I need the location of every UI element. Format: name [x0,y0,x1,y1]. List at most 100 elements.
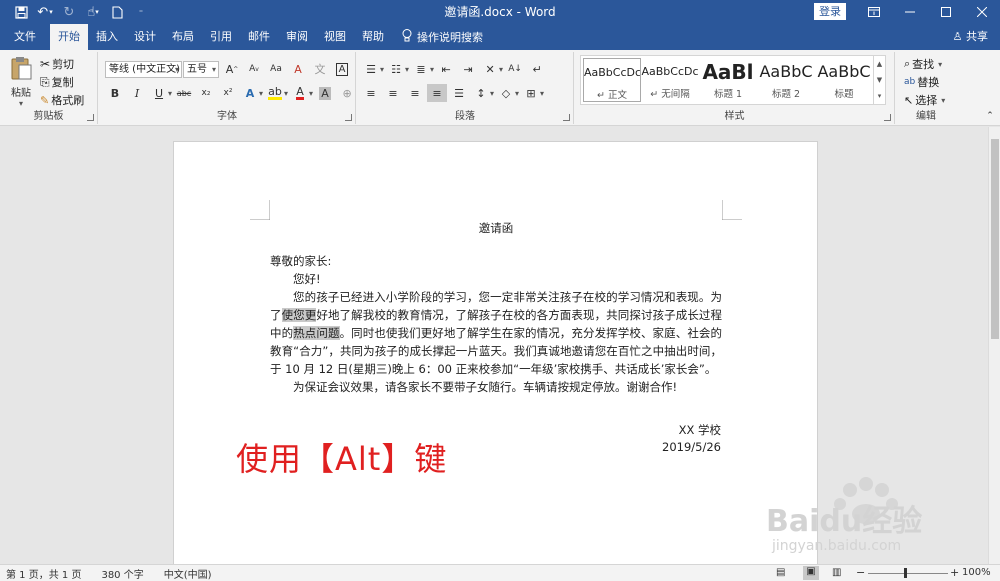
underline-dropdown-icon[interactable]: ▾ [168,89,172,98]
minimize-icon[interactable] [892,0,928,24]
select-button[interactable]: ↖ 选择 ▾ [904,92,945,108]
style-heading-1[interactable]: AaBl 标题 1 [699,58,757,102]
paragraph-launcher-icon[interactable] [563,114,570,121]
tab-design[interactable]: 设计 [126,24,164,50]
decrease-indent-icon[interactable]: ⇤ [436,60,456,78]
style-normal[interactable]: AaBbCcDc ↵ 正文 [583,58,641,102]
bullets-icon[interactable]: ☰ [361,60,381,78]
numbering-icon[interactable]: ☷ [386,60,406,78]
change-case-icon[interactable]: Aa [266,60,286,78]
language[interactable]: 中文(中国) [164,566,212,581]
align-right-icon[interactable]: ≡ [405,84,425,102]
chinese-layout-dropdown-icon[interactable]: ▾ [499,65,503,74]
tab-insert[interactable]: 插入 [88,24,126,50]
tab-help[interactable]: 帮助 [354,24,392,50]
styles-scroll[interactable]: ▲ ▼ ▾ [873,56,885,104]
character-shading-icon[interactable]: A [315,84,335,102]
document-page[interactable]: 邀请函 尊敬的家长: 您好! 您的孩子已经进入小学阶段的学习，您一定非常关注孩子… [173,141,818,564]
maximize-icon[interactable] [928,0,964,24]
font-color-icon[interactable]: A [290,84,310,102]
ribbon-display-options-icon[interactable] [856,0,892,24]
strikethrough-icon[interactable]: abc [174,84,194,102]
phonetic-guide-icon[interactable]: 文 [310,60,330,78]
zoom-level[interactable]: 100% [962,567,991,578]
find-button[interactable]: ⌕ 查找 ▾ [904,56,942,72]
align-left-icon[interactable]: ≡ [361,84,381,102]
vertical-scrollbar[interactable] [988,127,1000,564]
font-size-combo[interactable]: 五号 ▾ [183,61,219,78]
chevron-down-icon[interactable]: ▼ [877,76,882,84]
read-mode-icon[interactable]: ▤ [776,567,785,578]
subscript-icon[interactable]: x₂ [196,84,216,102]
undo-icon[interactable]: ↶ ▾ [34,2,56,22]
close-icon[interactable] [964,0,1000,24]
login-button[interactable]: 登录 [814,3,846,20]
save-icon[interactable] [10,2,32,22]
enclosed-character-icon[interactable]: ⊕ [337,84,357,102]
bold-icon[interactable]: B [105,84,125,102]
superscript-icon[interactable]: x² [218,84,238,102]
tab-view[interactable]: 视图 [316,24,354,50]
text-effects-icon[interactable]: A [240,84,260,102]
clear-formatting-icon[interactable]: A [288,60,308,78]
sort-icon[interactable]: A↓ [505,60,525,78]
style-heading-2[interactable]: AaBbC 标题 2 [757,58,815,102]
paste-dropdown-icon[interactable]: ▾ [19,99,23,108]
highlight-icon[interactable]: ab [265,84,285,102]
font-name-combo[interactable]: 等线 (中文正文) ▾ [105,61,182,78]
redo-icon[interactable]: ↻ [58,2,80,22]
font-color-dropdown-icon[interactable]: ▾ [309,89,313,98]
increase-indent-icon[interactable]: ⇥ [458,60,478,78]
replace-button[interactable]: ab 替换 [904,74,939,90]
page-count[interactable]: 第 1 页，共 1 页 [6,566,81,581]
cut-button[interactable]: ✂ 剪切 [40,56,74,72]
style-no-spacing[interactable]: AaBbCcDc ↵ 无间隔 [641,58,699,102]
multilevel-list-icon[interactable]: ≣ [411,60,431,78]
justify-icon[interactable]: ≡ [427,84,447,102]
font-launcher-icon[interactable] [345,114,352,121]
borders-dropdown-icon[interactable]: ▾ [540,89,544,98]
grow-font-icon[interactable]: A ^ [222,60,242,78]
multilevel-dropdown-icon[interactable]: ▾ [430,65,434,74]
tab-mailings[interactable]: 邮件 [240,24,278,50]
styles-launcher-icon[interactable] [884,114,891,121]
underline-icon[interactable]: U [149,84,169,102]
tab-home[interactable]: 开始 [50,24,88,50]
style-title[interactable]: AaBbC 标题 [815,58,873,102]
scrollbar-thumb[interactable] [991,139,999,339]
borders-icon[interactable]: ⊞ [521,84,541,102]
copy-button[interactable]: ⎘ 复制 [40,74,74,90]
enclose-characters-icon[interactable]: A [332,60,352,78]
clipboard-launcher-icon[interactable] [87,114,94,121]
more-styles-icon[interactable]: ▾ [878,92,882,100]
tab-file[interactable]: 文件 [0,24,50,50]
share-button[interactable]: ♙ 共享 [953,24,988,50]
zoom-in-icon[interactable]: + [950,566,959,579]
bullets-dropdown-icon[interactable]: ▾ [380,65,384,74]
highlight-dropdown-icon[interactable]: ▾ [284,89,288,98]
chevron-up-icon[interactable]: ▲ [877,60,882,68]
italic-icon[interactable]: I [127,84,147,102]
shading-icon[interactable]: ◇ [496,84,516,102]
chinese-layout-icon[interactable]: ✕ [480,60,500,78]
distributed-icon[interactable]: ☰ [449,84,469,102]
format-painter-button[interactable]: ✎ 格式刷 [40,92,84,108]
touch-mode-icon[interactable]: ☝ ▾ [82,2,104,22]
word-count[interactable]: 380 个字 [101,566,143,581]
text-effects-dropdown-icon[interactable]: ▾ [259,89,263,98]
shrink-font-icon[interactable]: Av [244,60,264,78]
tell-me-search[interactable]: 操作说明搜索 [392,24,483,50]
zoom-slider[interactable] [868,573,948,574]
line-spacing-icon[interactable]: ↕ [471,84,491,102]
collapse-ribbon-icon[interactable]: ⌃ [984,110,996,122]
zoom-out-icon[interactable]: − [856,566,865,579]
tab-layout[interactable]: 布局 [164,24,202,50]
web-layout-icon[interactable]: ▥ [832,567,841,578]
show-marks-icon[interactable]: ↵ [527,60,547,78]
numbering-dropdown-icon[interactable]: ▾ [405,65,409,74]
print-layout-icon[interactable]: ▣ [803,566,819,580]
line-spacing-dropdown-icon[interactable]: ▾ [490,89,494,98]
tab-references[interactable]: 引用 [202,24,240,50]
align-center-icon[interactable]: ≡ [383,84,403,102]
new-document-icon[interactable] [106,2,128,22]
